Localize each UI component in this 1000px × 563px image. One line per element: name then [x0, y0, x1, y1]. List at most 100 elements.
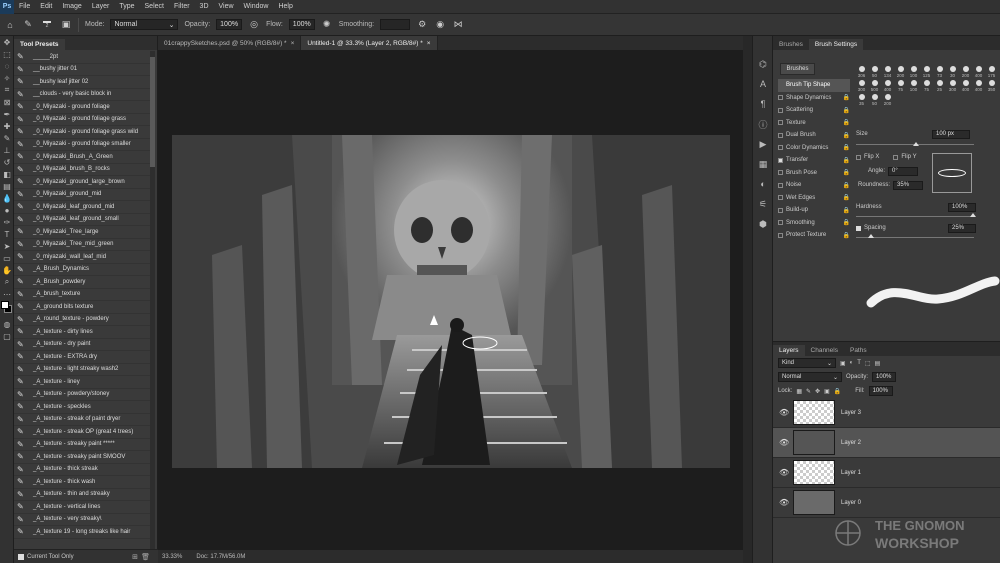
smart-object-filter-icon[interactable]: ▤: [875, 360, 881, 367]
eye-icon[interactable]: 👁: [779, 498, 789, 507]
preset-item[interactable]: ✎ _0_Miyazaki_brush_B_rocks: [14, 164, 150, 176]
shape-tool-icon[interactable]: ▭: [0, 252, 14, 264]
adjustment-filter-icon[interactable]: ◐: [850, 360, 854, 366]
spacing-slider[interactable]: [856, 234, 996, 240]
spacing-field[interactable]: 25%: [948, 223, 976, 233]
preset-item[interactable]: ✎ _0_Miyazaki_Brush_A_Green: [14, 151, 150, 164]
preset-item[interactable]: ✎ _A_texture - thin and streaky: [14, 489, 150, 501]
lasso-tool-icon[interactable]: ◌: [0, 60, 14, 72]
preset-item[interactable]: ✎ _A_brush_texture: [14, 289, 150, 301]
preset-item[interactable]: ✎ _0_Miyazaki_Tree_mid_green: [14, 239, 150, 251]
brush-tip[interactable]: 400: [972, 78, 985, 92]
brush-tip[interactable]: 500: [868, 78, 881, 92]
hardness-field[interactable]: 100%: [948, 202, 976, 212]
preset-item[interactable]: ✎ _0_Miyazaki_Tree_large: [14, 226, 150, 239]
flip-x[interactable]: Flip X: [856, 151, 879, 163]
lock-icon[interactable]: 🔒: [843, 232, 850, 239]
blend-mode-select[interactable]: Normal ⌄: [778, 372, 842, 382]
gradient-icon[interactable]: ▤: [0, 180, 14, 192]
preset-item[interactable]: ✎ _A_texture - streaky paint SMOOV: [14, 451, 150, 464]
brush-tip[interactable]: 400: [972, 64, 985, 78]
preset-item[interactable]: ✎ _A_texture - streak OP (great 4 trees): [14, 426, 150, 439]
magic-wand-icon[interactable]: ✧: [0, 72, 14, 84]
lock-paint-icon[interactable]: ✎: [806, 388, 811, 395]
painting-canvas[interactable]: [172, 135, 730, 468]
dodge-icon[interactable]: ●: [0, 204, 14, 216]
angle-preview[interactable]: [932, 153, 972, 193]
zoom-level[interactable]: 33.33%: [162, 554, 182, 560]
preset-item[interactable]: ✎ _A_texture - speckles: [14, 401, 150, 414]
brush-tip[interactable]: 100: [907, 78, 920, 92]
brush-option-item[interactable]: Smoothing 🔒: [778, 217, 850, 230]
eye-icon[interactable]: 👁: [779, 408, 789, 417]
brush-option-item[interactable]: Brush Pose 🔒: [778, 167, 850, 180]
screen-mode-icon[interactable]: ▢: [0, 330, 14, 342]
type-tool-icon[interactable]: T: [0, 228, 14, 240]
brush-tip[interactable]: 306: [855, 64, 868, 78]
brush-option-item[interactable]: Transfer 🔒: [778, 154, 850, 167]
brush-tool-icon[interactable]: ✎: [22, 19, 34, 31]
brush-tip[interactable]: 134: [881, 64, 894, 78]
menu-help[interactable]: Help: [273, 3, 297, 10]
preset-item[interactable]: ✎ _0_Miyazaki_ground_mid: [14, 189, 150, 201]
image-filter-icon[interactable]: ▣: [840, 360, 846, 367]
brush-option-item[interactable]: Scattering 🔒: [778, 104, 850, 117]
adjustments-icon[interactable]: ◐: [753, 174, 773, 194]
preset-item[interactable]: ✎ _0_Miyazaki_ground_large_brown: [14, 176, 150, 189]
menu-filter[interactable]: Filter: [169, 3, 195, 10]
3d-icon[interactable]: ⬢: [753, 214, 773, 234]
brush-tip[interactable]: 300: [855, 78, 868, 92]
preset-item[interactable]: ✎ _0_Miyazaki - ground foliage smaller: [14, 139, 150, 151]
airbrush-icon[interactable]: ✺: [321, 19, 333, 31]
preset-item[interactable]: ✎ __clouds - very basic block in: [14, 89, 150, 101]
brush-tip[interactable]: 400: [881, 78, 894, 92]
kind-filter-select[interactable]: Kind ⌄: [778, 358, 836, 368]
preset-item[interactable]: ✎ __bushy jitter 01: [14, 64, 150, 76]
brush-tip[interactable]: 75: [920, 78, 933, 92]
preset-item[interactable]: ✎ _A_Brush_Dynamics: [14, 264, 150, 276]
tab-document-2[interactable]: Untitled-1 @ 33.3% (Layer 2, RGB/8#) * ×: [301, 36, 438, 50]
scroll-thumb[interactable]: [150, 57, 155, 167]
brush-tip[interactable]: 50: [868, 64, 881, 78]
clone-stamp-icon[interactable]: ⊥: [0, 144, 14, 156]
layer-opacity-field[interactable]: 100%: [872, 372, 897, 382]
history-brush-icon[interactable]: ↺: [0, 156, 14, 168]
menu-type[interactable]: Type: [114, 3, 139, 10]
menu-file[interactable]: File: [14, 3, 35, 10]
brush-tip[interactable]: 200: [894, 64, 907, 78]
option-checkbox[interactable]: [778, 107, 783, 113]
brush-tip[interactable]: 35: [855, 92, 868, 106]
frame-tool-icon[interactable]: ⊠: [0, 96, 14, 108]
brush-tip[interactable]: 25: [933, 78, 946, 92]
more-tools-icon[interactable]: ⋯: [0, 288, 14, 300]
tab-paths[interactable]: Paths: [844, 345, 873, 356]
gear-icon[interactable]: ⚙: [416, 19, 428, 31]
trash-icon[interactable]: 🗑: [141, 553, 150, 561]
menu-image[interactable]: Image: [57, 3, 86, 10]
size-slider[interactable]: [856, 140, 996, 148]
paragraph-icon[interactable]: ¶: [753, 94, 773, 114]
roundness-field[interactable]: 35%: [893, 180, 924, 190]
menu-window[interactable]: Window: [239, 3, 274, 10]
eye-icon[interactable]: 👁: [779, 468, 789, 477]
angle-field[interactable]: 0°: [888, 166, 919, 176]
preset-item[interactable]: ✎ _A_texture - powdery/stoney: [14, 389, 150, 401]
preset-item[interactable]: ✎ _A_texture 19 - long streaks like hair: [14, 526, 150, 539]
option-checkbox[interactable]: [778, 157, 783, 163]
slider-handle[interactable]: [913, 142, 919, 146]
option-checkbox[interactable]: [778, 207, 783, 213]
brush-tip[interactable]: 30: [946, 64, 959, 78]
lock-icon[interactable]: 🔒: [843, 94, 850, 101]
lock-icon[interactable]: 🔒: [843, 207, 850, 214]
color-swatches[interactable]: [0, 300, 13, 318]
preset-item[interactable]: ✎ _A_round_texture - powdery: [14, 314, 150, 326]
mode-select[interactable]: Normal ⌄: [110, 19, 179, 30]
preset-item[interactable]: ✎ _0_Miyazaki_leaf_ground_small: [14, 214, 150, 226]
actions-icon[interactable]: ▶: [753, 134, 773, 154]
lock-icon[interactable]: 🔒: [843, 107, 850, 114]
brush-tip[interactable]: 73: [933, 64, 946, 78]
move-tool-icon[interactable]: ✥: [0, 36, 14, 48]
path-select-icon[interactable]: ➤: [0, 240, 14, 252]
brush-tip[interactable]: 100: [907, 64, 920, 78]
brush-option-item[interactable]: Build-up 🔒: [778, 204, 850, 217]
